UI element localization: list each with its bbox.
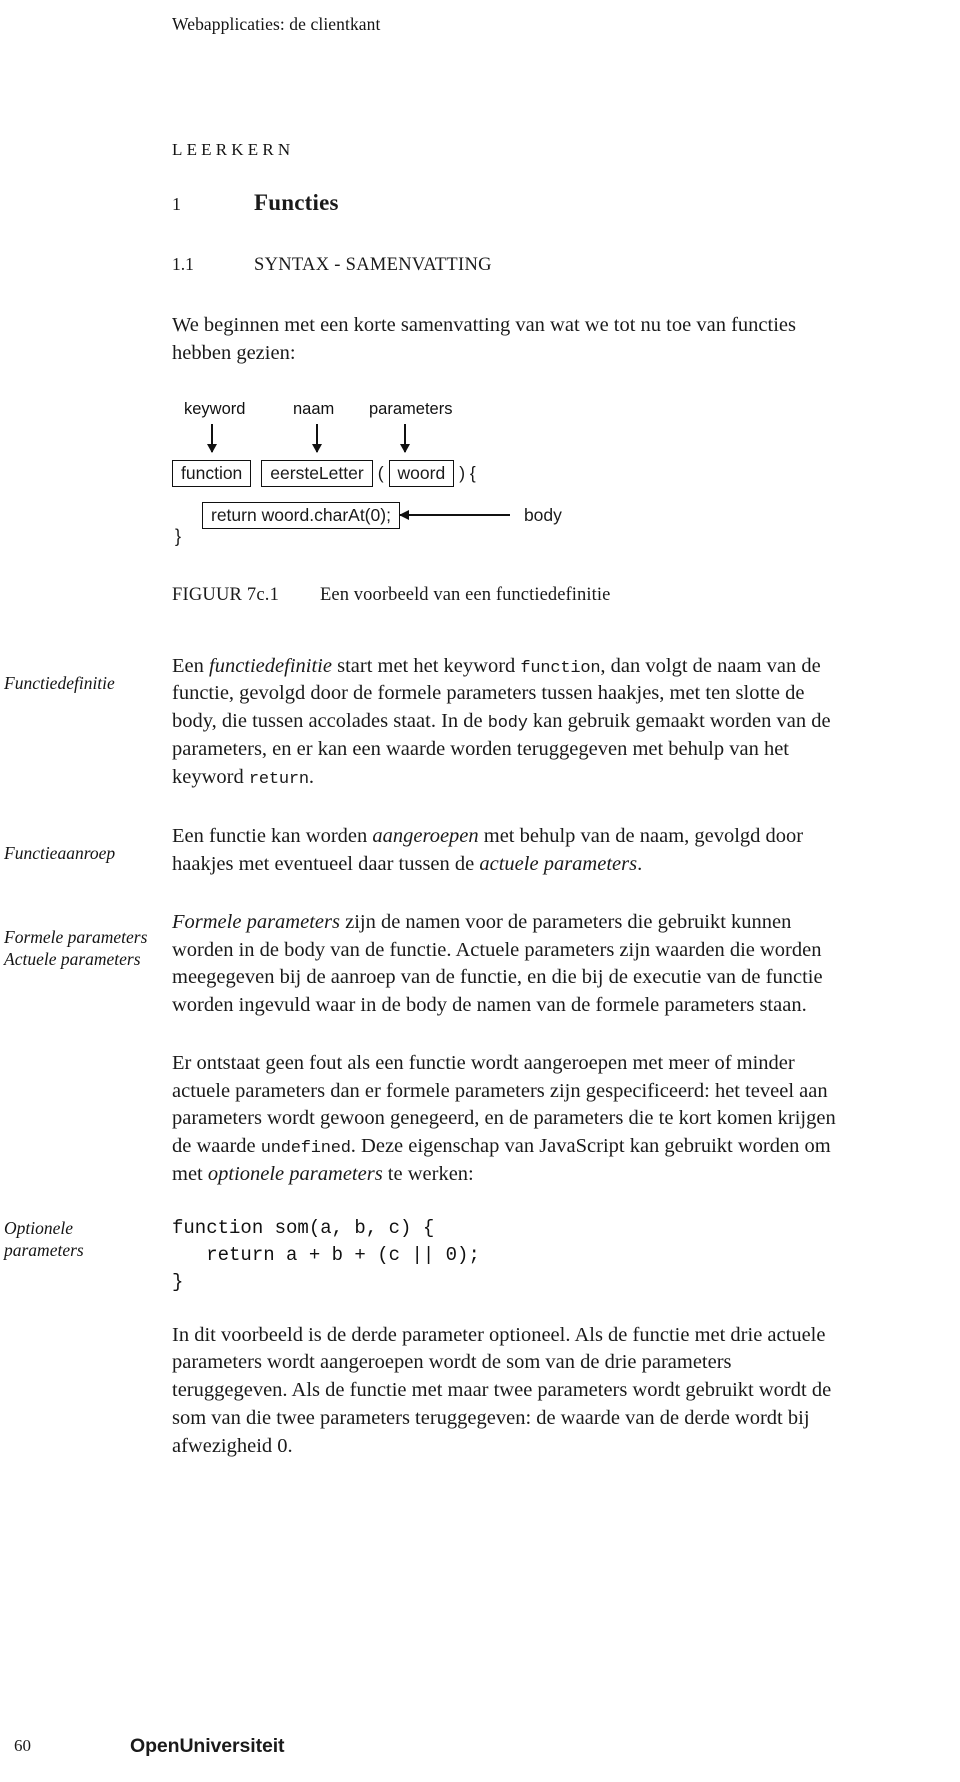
figure-arrow-keyword [207, 423, 216, 453]
code-example-block: function som(a, b, c) { return a + b + (… [172, 1216, 480, 1293]
chapter-title: Functies [254, 190, 339, 215]
subsection-heading: 1.1 SYNTAX - SAMENVATTING [172, 254, 848, 276]
figure-box-keyword: function [172, 459, 252, 487]
paragraph-optionele-parameters: Er ontstaat geen fout als een functie wo… [172, 1050, 848, 1189]
p2-seg-b: aangeroepen [372, 825, 479, 848]
p1-seg-i: . [308, 765, 314, 788]
figure-caption-text: Een voorbeeld van een functiedefinitie [320, 584, 611, 605]
figure-arrow-parameters [400, 423, 409, 453]
p1-seg-c: start met het keyword [331, 654, 521, 677]
margin-note-optionele-line2: parameters [4, 1239, 84, 1260]
document-page: Webapplicaties: de clientkant Functiedef… [0, 0, 960, 1782]
p1-seg-a: Een [172, 654, 209, 677]
p2-seg-e: . [637, 853, 643, 876]
margin-note-optionele-parameters: Optionele parameters [4, 1218, 164, 1262]
paragraph-functieaanroep: Een functie kan worden aangeroepen met b… [172, 823, 848, 879]
p4-seg-b: undefined [260, 1139, 351, 1159]
p2-seg-d: actuele parameters [479, 853, 638, 876]
margin-note-formele-parameters-line: Formele parameters [4, 927, 148, 947]
figure-box-body: return woord.charAt(0); [202, 501, 400, 529]
footer-brand: OpenUniversiteit [130, 1735, 285, 1758]
margin-note-formele-parameters: Formele parameters Actuele parameters [4, 927, 164, 971]
figure-body-row: return woord.charAt(0); body [202, 501, 562, 529]
p1-seg-d: function [520, 658, 601, 678]
p1-seg-f: body [487, 714, 528, 734]
margin-note-functieaanroep: Functieaanroep [4, 843, 116, 863]
figure-brace-close: } [175, 525, 182, 546]
figure-signature-row: function eersteLetter ( woord ) { [172, 459, 481, 487]
figure-paren-open: ( [377, 462, 384, 483]
figure-box-name: eersteLetter [261, 459, 373, 487]
paragraph-formele-parameters: Formele parameters zijn de namen voor de… [172, 909, 848, 1020]
running-head: Webapplicaties: de clientkant [172, 14, 381, 34]
p2-seg-a: Een functie kan worden [172, 825, 373, 848]
syntax-figure: keyword naam parameters function eersteL… [172, 400, 732, 575]
subsection-number: 1.1 [172, 254, 194, 274]
figure-paren-close-brace: ) { [459, 462, 476, 483]
figure-label-parameters: parameters [369, 399, 453, 418]
subsection-title: SYNTAX - SAMENVATTING [254, 255, 492, 275]
footer-brand-rest: Universiteit [179, 1735, 285, 1757]
figure-caption: FIGUUR 7c.1 Een voorbeeld van een functi… [172, 585, 848, 606]
margin-note-optionele-line1: Optionele [4, 1218, 74, 1238]
footer-brand-open: Open [130, 1735, 180, 1757]
section-kicker: LEERKERN [172, 140, 295, 159]
p1-seg-h: return [248, 769, 309, 789]
p4-seg-d: optionele parameters [207, 1163, 383, 1186]
p4-seg-e: te werken: [382, 1163, 474, 1186]
figure-label-body: body [523, 504, 562, 525]
paragraph-closing: In dit voorbeeld is de derde parameter o… [172, 1323, 832, 1457]
margin-note-functiedefinitie: Functiedefinitie [4, 673, 115, 693]
intro-paragraph: We beginnen met een korte samenvatting v… [172, 314, 796, 364]
figure-label-keyword: keyword [184, 399, 246, 418]
p3-seg-a: Formele parameters [172, 910, 340, 933]
figure-arrow-body [398, 510, 510, 519]
figure-label-naam: naam [293, 399, 335, 418]
figure-arrow-naam [312, 423, 321, 453]
content-column: LEERKERN 1 Functies 1.1 SYNTAX - SAMENVA… [172, 140, 848, 1461]
figure-box-param: woord [388, 459, 455, 487]
p1-seg-b: functiedefinitie [209, 654, 332, 677]
chapter-number: 1 [172, 194, 181, 214]
margin-note-actuele-parameters-line: Actuele parameters [4, 948, 141, 969]
figure-caption-number: FIGUUR 7c.1 [172, 584, 280, 605]
chapter-heading: 1 Functies [172, 190, 848, 216]
paragraph-functiedefinitie: Een functiedefinitie start met het keywo… [172, 653, 848, 792]
footer-page-number: 60 [14, 1736, 31, 1755]
